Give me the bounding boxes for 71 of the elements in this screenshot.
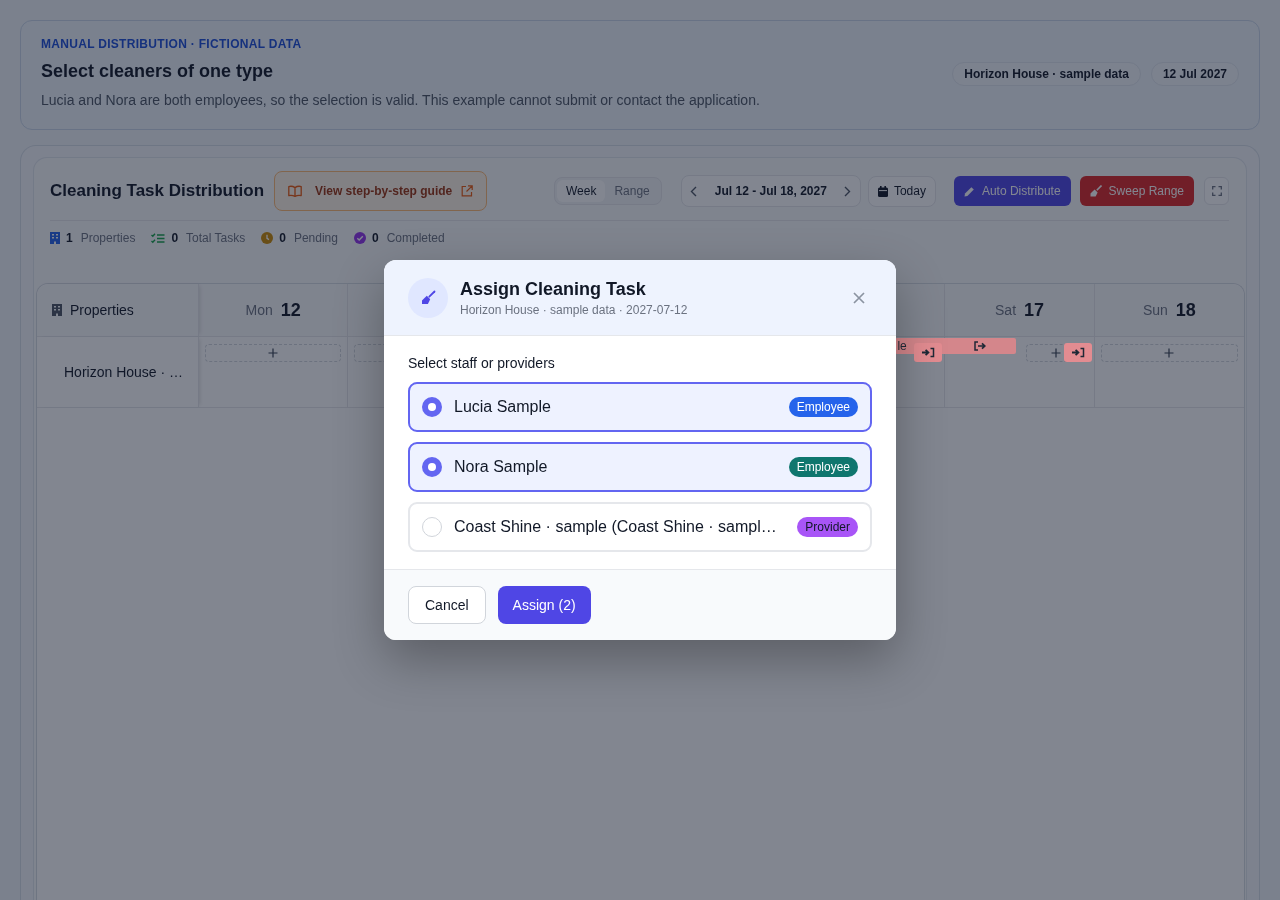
action-button[interactable]: Auto Distribute xyxy=(953,176,1071,206)
clock-icon xyxy=(261,232,274,244)
radio-button[interactable] xyxy=(422,397,442,417)
stat-label: Completed xyxy=(386,231,445,245)
broom-icon xyxy=(1089,185,1102,197)
option-name: Coast Shine · sample (Coast Shine · sampl… xyxy=(454,518,778,536)
chevron-right-icon xyxy=(844,185,852,197)
stat-label: Properties xyxy=(80,231,136,245)
stat-label: Total Tasks xyxy=(186,231,246,245)
weekday-label: Mon xyxy=(245,302,273,318)
today-button[interactable]: Today xyxy=(867,175,936,207)
day-number: 18 xyxy=(1175,299,1196,321)
broom-icon xyxy=(408,277,448,318)
day-number: 17 xyxy=(1024,299,1045,321)
option-row[interactable]: Nora Sample Employee xyxy=(408,442,872,492)
expand-icon xyxy=(1211,186,1222,196)
eyebrow-label: MANUAL DISTRIBUTION · FICTIONAL DATA xyxy=(41,36,303,52)
date-range-label: Jul 12 - Jul 18, 2027 xyxy=(714,184,827,198)
weekday-label: Sat xyxy=(995,302,1017,318)
dialog-title: Assign Cleaning Task xyxy=(460,277,647,300)
dialog-button[interactable]: Assign (2) xyxy=(497,586,591,624)
page-title: Select cleaners of one type xyxy=(41,60,275,82)
building-icon xyxy=(52,304,62,316)
fullscreen-button[interactable] xyxy=(1204,177,1229,205)
type-badge: Employee xyxy=(788,457,858,477)
calendar-icon xyxy=(877,185,888,197)
close-icon xyxy=(853,291,865,304)
plus-icon xyxy=(1164,348,1175,358)
type-badge: Provider xyxy=(797,517,858,537)
weekday-label: Sun xyxy=(1142,302,1168,318)
panel-title: Cleaning Task Distribution xyxy=(50,181,265,201)
building-icon xyxy=(50,232,60,244)
add-button[interactable] xyxy=(1100,344,1238,362)
check-in-icon xyxy=(1063,343,1092,362)
plus-icon xyxy=(268,348,279,358)
option-name: Nora Sample xyxy=(454,458,549,476)
chevron-left-icon xyxy=(690,185,698,197)
type-badge: Employee xyxy=(788,397,858,417)
description-text: Lucia and Nora are both employees, so the selection is valid. This example cannot submit or contact the application. xyxy=(41,91,760,110)
prompt-label: Select staff or providers xyxy=(408,354,556,373)
radio-button[interactable] xyxy=(422,457,442,477)
pencil-icon xyxy=(963,185,975,197)
check-out-icon xyxy=(974,341,987,351)
info-chip: 12 Jul 2027 xyxy=(1150,62,1239,86)
info-chip: Horizon House · sample data xyxy=(952,62,1141,86)
book-icon xyxy=(288,185,303,197)
dialog-subtitle: Horizon House · sample data · 2027-07-12 xyxy=(460,301,689,318)
stat-value: 0 xyxy=(279,231,286,245)
plus-icon xyxy=(1051,348,1062,358)
action-button[interactable]: Sweep Range xyxy=(1079,176,1194,206)
view-tab[interactable]: Week xyxy=(556,180,606,202)
option-name: Lucia Sample xyxy=(454,398,552,416)
check-circle-icon xyxy=(353,232,366,244)
stat-label: Pending xyxy=(293,231,338,245)
add-button[interactable] xyxy=(205,344,342,362)
option-row[interactable]: Lucia Sample Employee xyxy=(408,382,872,432)
day-number: 12 xyxy=(280,299,301,321)
radio-button[interactable] xyxy=(422,517,442,537)
stat-value: 1 xyxy=(66,231,73,245)
stat-value: 0 xyxy=(171,231,179,245)
column-header: Properties xyxy=(70,302,134,318)
option-row[interactable]: Coast Shine · sample (Coast Shine · sampl… Provider xyxy=(408,502,872,552)
dialog-button[interactable]: Cancel xyxy=(408,586,486,624)
booking-label: le xyxy=(896,339,907,353)
check-in-icon xyxy=(914,343,943,362)
external-link-icon xyxy=(461,185,474,197)
guide-link[interactable]: View step-by-step guide xyxy=(274,171,488,211)
checklist-icon xyxy=(151,232,166,244)
property-name: Horizon House · … xyxy=(64,364,184,380)
stat-value: 0 xyxy=(371,231,379,245)
view-tab[interactable]: Range xyxy=(605,180,659,202)
